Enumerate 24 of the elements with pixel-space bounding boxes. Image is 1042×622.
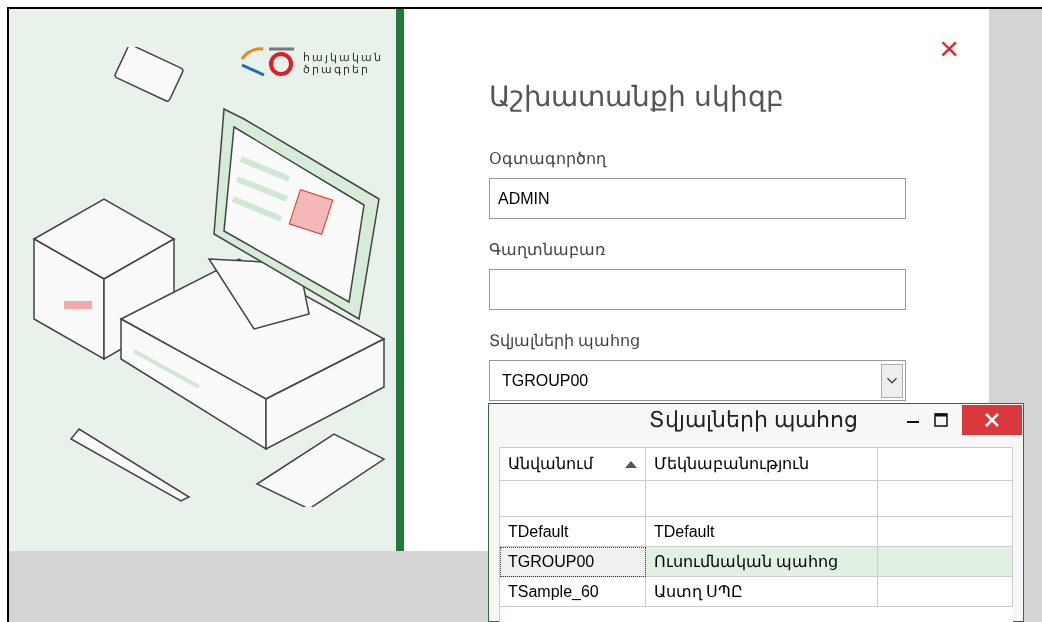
close-button[interactable]: × [939, 31, 959, 65]
close-button[interactable] [962, 404, 1022, 435]
table-cell: Ուսումնական պահոց [646, 547, 878, 577]
field-label: Տվյալների պահոց [489, 331, 642, 349]
maximize-icon[interactable] [934, 412, 948, 427]
table-row[interactable]: TGROUP00 Ուսումնական պահոց [500, 547, 1013, 577]
field-label: Օգտագործող [489, 149, 608, 167]
table-cell: TSample_60 [500, 577, 646, 607]
field-label: Գաղտնաբառ [489, 240, 606, 258]
password-field[interactable] [489, 269, 906, 310]
logo-text: հայկական [303, 51, 383, 63]
database-dropdown[interactable]: TGROUP00 [489, 360, 906, 401]
table-cell: TGROUP00 [500, 547, 646, 577]
chevron-down-icon [881, 363, 903, 398]
logo-text: ծրագրեր [303, 63, 370, 75]
close-icon [985, 412, 999, 427]
logo-icon [239, 47, 295, 79]
username-field[interactable]: ADMIN [489, 178, 906, 219]
window-title: Տվյալների պահոց [648, 406, 859, 434]
column-header[interactable]: Մեկնաբանություն [646, 448, 878, 481]
column-header[interactable]: Անվանում [500, 448, 646, 481]
dialog-title: Աշխատանքի սկիզբ [489, 80, 785, 114]
table-row[interactable]: TSample_60 Աստղ ՍՊԸ [500, 577, 1013, 607]
table-cell: Աստղ ՍՊԸ [646, 577, 878, 607]
